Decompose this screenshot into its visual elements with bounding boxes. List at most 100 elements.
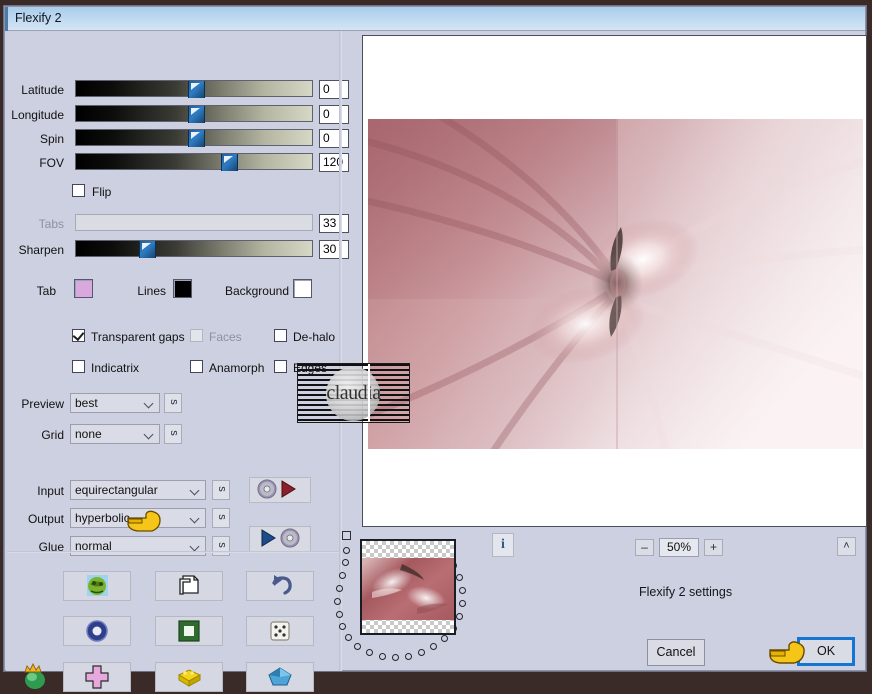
checkbox-transparent-gaps[interactable] [72,329,85,342]
slider-label-latitude: Latitude [21,83,64,97]
undo-arrow-icon [272,575,292,595]
reset-button[interactable] [246,571,314,601]
slider-value-longitude[interactable]: 0 [319,105,349,124]
slider-label-fov: FOV [39,156,64,170]
slider-thumb-fov[interactable] [221,154,238,171]
slider-track-longitude[interactable] [75,105,313,123]
brick-button[interactable] [155,662,223,692]
marquee-dot [379,653,386,660]
slider-thumb-longitude[interactable] [188,106,205,123]
frame-button[interactable] [155,616,223,646]
marquee-dot [339,623,346,630]
chevron-down-icon [191,543,199,551]
zoom-level[interactable]: 50% [659,538,699,557]
slider-track-spin[interactable] [75,129,313,147]
sphere-button[interactable] [63,616,131,646]
source-thumbnail[interactable] [360,539,456,635]
select-output[interactable]: hyperbolic [70,508,206,528]
green-square-frame-icon [178,620,200,642]
slider-thumb-latitude[interactable] [188,81,205,98]
color-label-tab: Tab [36,284,56,298]
dice-icon [270,621,290,641]
chevron-down-icon [191,487,199,495]
title-accent [5,7,8,31]
slider-value-spin[interactable]: 0 [319,129,349,148]
select-side-button-preview[interactable]: s [164,393,182,413]
select-glue[interactable]: normal [70,536,206,556]
source-thumbnail-image [362,558,454,620]
slider-track-fov[interactable] [75,153,313,171]
load-settings-button[interactable] [249,477,311,503]
marquee-dot [336,611,343,618]
color-swatch-lines[interactable] [173,279,192,298]
preview-pane[interactable] [362,35,867,527]
select-label-preview: Preview [21,397,64,411]
info-icon: i [501,537,505,552]
marquee-dot [459,587,466,594]
flexify-dialog: Flexify 2 Latitude 0 Longitude 0 Spin 0 … [4,6,867,692]
zoom-out-button[interactable]: – [635,539,654,556]
slider-track-sharpen[interactable] [75,240,313,258]
crowned-egg-icon[interactable] [20,662,50,692]
copy-button[interactable] [155,571,223,601]
checkbox-label-flip: Flip [92,185,112,199]
marquee-dot [430,643,437,650]
select-label-input: Input [37,484,64,498]
marquee-dot [456,613,463,620]
slider-label-longitude: Longitude [11,108,64,122]
marquee-dot [418,649,425,656]
select-input[interactable]: equirectangular [70,480,206,500]
checkbox-label-anamorph: Anamorph [209,361,265,375]
slider-value-sharpen[interactable]: 30 [319,240,349,259]
bottom-bar: i – 50% + ˄ Flexify 2 settings Cancel OK [334,527,866,670]
slider-thumb-spin[interactable] [188,130,205,147]
checkbox-label-faces: Faces [209,330,242,344]
checkbox-anamorph[interactable] [190,360,203,373]
globe-texture-icon [87,575,108,596]
select-label-grid: Grid [41,428,64,442]
texture-button[interactable] [63,571,131,601]
marquee-dot [345,634,352,641]
pink-cross-icon [85,665,109,689]
select-preview[interactable]: best [70,393,160,413]
select-value-grid: none [75,427,102,441]
info-button[interactable]: i [492,533,514,557]
zoom-in-button[interactable]: + [704,539,723,556]
select-value-preview: best [75,396,98,410]
checkbox-de-halo[interactable] [274,329,287,342]
selection-handle[interactable] [342,531,351,540]
select-label-output: Output [27,512,64,526]
yellow-brick-icon [177,669,202,687]
cross-button[interactable] [63,662,131,692]
random-button[interactable] [246,616,314,646]
save-settings-button[interactable] [249,526,311,552]
status-text: Flexify 2 settings [639,585,733,599]
title-bar: Flexify 2 [5,7,865,31]
arrow-right-disc-icon [261,528,300,548]
disc-arrow-right-icon [257,479,296,499]
color-swatch-tab[interactable] [74,279,93,298]
select-side-button-input[interactable]: s [212,480,230,500]
cancel-button[interactable]: Cancel [647,639,705,666]
checkbox-edges[interactable] [274,360,287,373]
checkbox-indicatrix[interactable] [72,360,85,373]
gem-button[interactable] [246,662,314,692]
slider-track-latitude[interactable] [75,80,313,98]
select-side-button-glue[interactable]: s [212,536,230,556]
marquee-dot [456,574,463,581]
checkbox-flip[interactable] [72,184,85,197]
color-swatch-background[interactable] [293,279,312,298]
ok-button[interactable]: OK [797,637,855,666]
checkbox-label-indicatrix: Indicatrix [91,361,140,375]
slider-value-fov[interactable]: 120 [319,153,349,172]
select-grid[interactable]: none [70,424,160,444]
slider-value-tabs[interactable]: 33 [319,214,349,233]
slider-value-latitude[interactable]: 0 [319,80,349,99]
expand-button[interactable]: ˄ [837,537,856,556]
checkbox-faces [190,329,203,342]
select-side-button-grid[interactable]: s [164,424,182,444]
marquee-dot [343,547,350,554]
color-label-lines: Lines [137,284,166,298]
select-side-button-output[interactable]: s [212,508,230,528]
slider-thumb-sharpen[interactable] [139,241,156,258]
